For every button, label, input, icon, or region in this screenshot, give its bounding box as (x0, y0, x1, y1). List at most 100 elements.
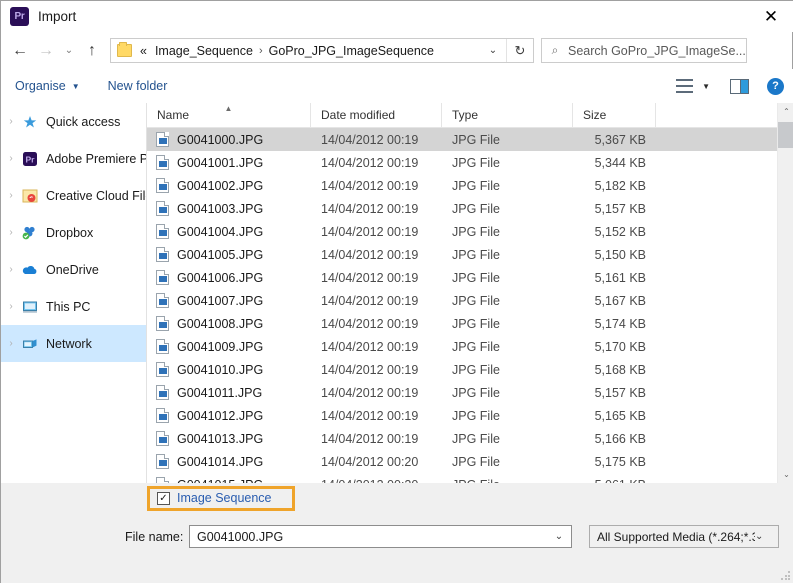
table-row[interactable]: G0041001.JPG 14/04/2012 00:19 JPG File 5,34… (147, 151, 777, 174)
breadcrumb-item-1[interactable]: Image_Sequence (155, 44, 253, 58)
file-size-cell: 5,166 KB (594, 431, 646, 446)
file-size-cell: 5,167 KB (594, 293, 646, 308)
date-modified-cell: 14/04/2012 00:19 (321, 270, 419, 285)
search-box[interactable]: ⌕ Search GoPro_JPG_ImageSe... (541, 38, 747, 63)
image-sequence-checkbox[interactable]: ✓ (157, 491, 170, 505)
file-size-cell: 5,157 KB (594, 385, 646, 400)
file-type-cell: JPG File (452, 132, 500, 147)
file-name-chevron-down-icon[interactable]: ⌄ (547, 526, 571, 547)
sidebar-item-creative-cloud-files[interactable]: › Creative Cloud File (1, 177, 146, 214)
column-header-type[interactable]: Type (442, 102, 573, 128)
table-row[interactable]: G0041010.JPG 14/04/2012 00:19 JPG File 5,16… (147, 358, 777, 381)
column-header-size[interactable]: Size (573, 102, 656, 128)
date-modified-cell: 14/04/2012 00:19 (321, 339, 419, 354)
view-chevron-down-icon[interactable]: ▼ (702, 82, 710, 91)
jpg-file-icon (156, 339, 169, 354)
navigation-pane: › Quick access › Pr Adobe Premiere P › C… (1, 103, 146, 483)
table-row[interactable]: G0041013.JPG 14/04/2012 00:19 JPG File 5,16… (147, 427, 777, 450)
file-type-cell: JPG File (452, 362, 500, 377)
vertical-scrollbar[interactable]: ⌃ ⌄ (777, 103, 793, 483)
table-row[interactable]: G0041003.JPG 14/04/2012 00:19 JPG File 5,15… (147, 197, 777, 220)
breadcrumb-overflow[interactable]: « (140, 44, 147, 58)
jpg-file-icon (156, 155, 169, 170)
file-name-cell: G0041002.JPG (177, 178, 264, 193)
close-icon[interactable]: ✕ (748, 1, 793, 32)
table-row[interactable]: G0041015.JPG14/04/2012 00:20JPG File5,06… (147, 473, 777, 483)
table-row[interactable]: G0041002.JPG 14/04/2012 00:19 JPG File 5,18… (147, 174, 777, 197)
file-size-cell: 5,168 KB (594, 362, 646, 377)
recent-locations-button[interactable]: ⌄ (59, 38, 79, 64)
jpg-file-icon (156, 201, 169, 216)
command-bar: Organise ▼ New folder ▼ ? (1, 69, 793, 103)
table-row[interactable]: G0041011.JPG 14/04/2012 00:19 JPG File 5,15… (147, 381, 777, 404)
sidebar-item-quick-access[interactable]: › Quick access (1, 103, 146, 140)
expand-chevron-icon[interactable]: › (1, 153, 21, 164)
file-type-cell: JPG File (452, 224, 500, 239)
file-type-cell: JPG File (452, 408, 500, 423)
file-name-input[interactable]: G0041000.JPG ⌄ (189, 525, 572, 548)
table-row[interactable]: G0041014.JPG 14/04/2012 00:20 JPG File 5,17… (147, 450, 777, 473)
date-modified-cell: 14/04/2012 00:19 (321, 201, 419, 216)
sidebar-item-onedrive[interactable]: › OneDrive (1, 251, 146, 288)
expand-chevron-icon[interactable]: › (1, 227, 21, 238)
file-size-cell: 5,182 KB (594, 178, 646, 193)
expand-chevron-icon[interactable]: › (1, 264, 21, 275)
scroll-up-icon[interactable]: ⌃ (778, 103, 793, 120)
sidebar-item-this-pc[interactable]: › This PC (1, 288, 146, 325)
file-name-cell: G0041010.JPG (177, 362, 264, 377)
column-header-date-modified[interactable]: Date modified (311, 102, 442, 128)
sidebar-item-network[interactable]: › Network (1, 325, 146, 362)
resize-grip[interactable] (781, 571, 791, 581)
image-sequence-label[interactable]: Image Sequence (177, 491, 272, 505)
address-dropdown-icon[interactable]: ⌄ (480, 45, 506, 56)
file-type-dropdown[interactable]: All Supported Media (*.264;*.3G ⌄ (589, 525, 779, 548)
file-name-cell: G0041014.JPG (177, 454, 264, 469)
refresh-icon[interactable]: ↻ (507, 38, 533, 63)
scroll-down-icon[interactable]: ⌄ (778, 466, 793, 483)
file-name-cell: G0041009.JPG (177, 339, 264, 354)
scrollbar-thumb[interactable] (778, 122, 793, 148)
organise-button[interactable]: Organise ▼ (15, 79, 80, 93)
onedrive-icon (21, 262, 39, 278)
new-folder-button[interactable]: New folder (108, 79, 168, 93)
search-input[interactable]: Search GoPro_JPG_ImageSe... (568, 44, 746, 58)
file-type-cell: JPG File (452, 293, 500, 308)
address-bar[interactable]: « › Image_Sequence › GoPro_JPG_ImageSequ… (110, 38, 534, 63)
table-row[interactable]: G0041012.JPG 14/04/2012 00:19 JPG File 5,16… (147, 404, 777, 427)
table-row[interactable]: G0041007.JPG 14/04/2012 00:19 JPG File 5,16… (147, 289, 777, 312)
sidebar-item-dropbox[interactable]: › Dropbox (1, 214, 146, 251)
column-header-name[interactable]: Name ▲ (147, 102, 311, 128)
image-sequence-checkbox-row[interactable]: ✓ Image Sequence (157, 491, 272, 505)
sidebar-label: Dropbox (46, 225, 94, 240)
table-row[interactable]: G0041004.JPG 14/04/2012 00:19 JPG File 5,15… (147, 220, 777, 243)
view-layout-icon[interactable] (676, 79, 694, 93)
expand-chevron-icon[interactable]: › (1, 301, 21, 312)
sidebar-label: Quick access (46, 114, 121, 129)
expand-chevron-icon[interactable]: › (1, 338, 21, 349)
premiere-icon: Pr (21, 151, 39, 167)
table-row[interactable]: G0041005.JPG 14/04/2012 00:19 JPG File 5,15… (147, 243, 777, 266)
expand-chevron-icon[interactable]: › (1, 116, 21, 127)
file-name-cell: G0041005.JPG (177, 247, 264, 262)
table-row[interactable]: G0041008.JPG 14/04/2012 00:19 JPG File 5,17… (147, 312, 777, 335)
forward-button[interactable]: → (33, 38, 59, 64)
preview-pane-icon[interactable] (730, 78, 749, 94)
jpg-file-icon (156, 247, 169, 262)
table-row[interactable]: G0041000.JPG 14/04/2012 00:19 JPG File 5,36… (147, 128, 777, 151)
title-bar: Pr Import ✕ (1, 1, 793, 32)
premiere-pro-icon: Pr (10, 7, 29, 26)
up-button[interactable]: ↑ (79, 38, 105, 64)
jpg-file-icon (156, 293, 169, 308)
file-size-cell: 5,157 KB (594, 201, 646, 216)
sidebar-label: Network (46, 336, 92, 351)
breadcrumb-item-2[interactable]: GoPro_JPG_ImageSequence (269, 44, 434, 58)
expand-chevron-icon[interactable]: › (1, 190, 21, 201)
sidebar-item-adobe-premiere[interactable]: › Pr Adobe Premiere P (1, 140, 146, 177)
help-icon[interactable]: ? (767, 77, 784, 95)
file-size-cell: 5,165 KB (594, 408, 646, 423)
file-rows: G0041000.JPG 14/04/2012 00:19 JPG File 5,36… (147, 128, 777, 483)
sidebar-label: Creative Cloud File (46, 188, 146, 203)
back-button[interactable]: ← (7, 38, 33, 64)
table-row[interactable]: G0041006.JPG 14/04/2012 00:19 JPG File 5,16… (147, 266, 777, 289)
table-row[interactable]: G0041009.JPG 14/04/2012 00:19 JPG File 5,17… (147, 335, 777, 358)
